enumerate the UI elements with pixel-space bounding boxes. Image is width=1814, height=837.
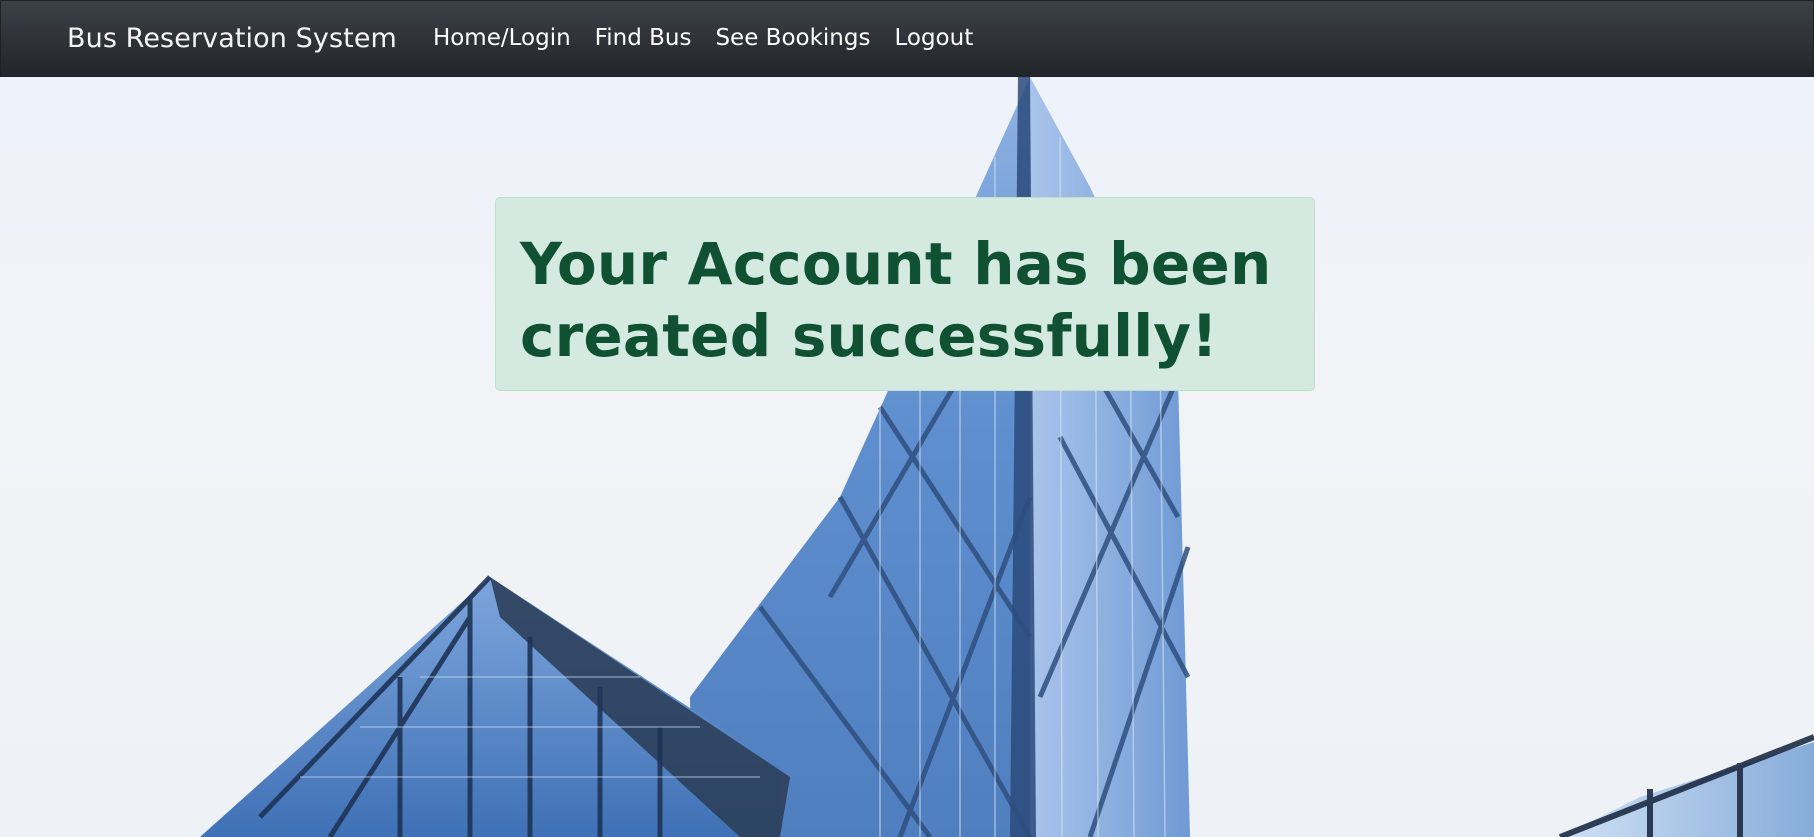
nav-link-logout[interactable]: Logout [894, 27, 973, 50]
nav-link-see-bookings[interactable]: See Bookings [715, 27, 870, 50]
success-alert-message: Your Account has been created successful… [520, 230, 1272, 370]
nav-link-find-bus[interactable]: Find Bus [595, 27, 692, 50]
nav-link-home-login[interactable]: Home/Login [433, 27, 571, 50]
nav-links: Home/Login Find Bus See Bookings Logout [433, 27, 973, 50]
page: Bus Reservation System Home/Login Find B… [0, 0, 1814, 837]
brand-link[interactable]: Bus Reservation System [67, 25, 397, 52]
glass-skyscraper-illustration [200, 77, 1814, 837]
hero-background-image [0, 77, 1814, 837]
success-alert: Your Account has been created successful… [495, 197, 1315, 391]
top-navbar: Bus Reservation System Home/Login Find B… [0, 0, 1814, 77]
